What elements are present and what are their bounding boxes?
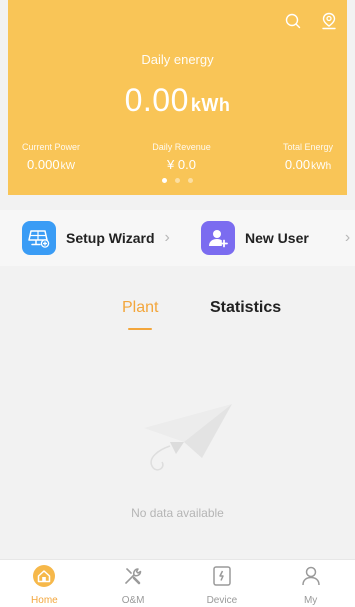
paper-plane-icon — [140, 400, 236, 485]
stat-current-power: Current Power 0.000kW — [22, 142, 80, 172]
stat-label: Total Energy — [282, 142, 333, 152]
stat-number: 0.00 — [284, 157, 311, 172]
setup-wizard-button[interactable]: Setup Wizard › — [22, 221, 170, 255]
tab-plant[interactable]: Plant — [122, 299, 158, 317]
chevron-right-icon: › — [164, 229, 170, 246]
stat-number: ¥ 0.0 — [167, 157, 196, 172]
tabbar-item-home[interactable]: Home — [9, 564, 79, 606]
stat-label: Daily Revenue — [152, 142, 211, 152]
daily-energy-number: 0.00 — [124, 82, 189, 118]
search-icon[interactable] — [285, 13, 301, 34]
location-user-icon[interactable] — [321, 12, 337, 35]
energy-summary-card[interactable]: Daily energy 0.00 kWh Current Power 0.000… — [8, 0, 347, 195]
content-tabs: Plant Statistics — [0, 295, 355, 335]
pager-dot-active[interactable] — [162, 178, 167, 183]
tabbar-label: Home — [31, 595, 58, 606]
tabbar-label: My — [303, 595, 318, 606]
tabbar-item-om[interactable]: O&M — [98, 564, 168, 606]
setup-wizard-label: Setup Wizard — [66, 230, 155, 246]
tabbar-label: O&M — [121, 595, 145, 606]
home-icon — [32, 564, 56, 593]
active-tab-indicator — [128, 328, 152, 330]
new-user-label: New User — [245, 230, 309, 246]
stat-value: 0.000kW — [22, 157, 80, 172]
person-icon — [299, 564, 323, 593]
stat-value: ¥ 0.0 — [152, 157, 211, 172]
solar-panel-add-icon — [22, 221, 56, 255]
tools-icon — [121, 564, 145, 593]
carousel-pager[interactable] — [8, 178, 347, 183]
tabbar-label: Device — [206, 595, 238, 606]
stat-value: 0.00kWh — [283, 157, 333, 172]
stat-number: 0.000 — [27, 157, 60, 172]
stat-unit: kW — [60, 161, 76, 172]
stat-total-energy: Total Energy 0.00kWh — [283, 142, 333, 172]
app-root: Daily energy 0.00 kWh Current Power 0.000… — [0, 0, 355, 607]
bottom-tab-bar: Home O&M Device My — [0, 559, 355, 607]
user-add-icon — [201, 221, 235, 255]
stat-label: Current Power — [22, 142, 81, 152]
new-user-button[interactable]: New User › — [201, 221, 350, 255]
quick-actions: Setup Wizard › New User › — [0, 210, 355, 266]
pager-dot[interactable] — [188, 178, 193, 183]
tabbar-item-my[interactable]: My — [276, 564, 346, 606]
energy-stats: Current Power 0.000kW Daily Revenue ¥ 0.… — [8, 142, 347, 172]
chevron-right-icon: › — [344, 229, 351, 246]
device-icon — [210, 564, 234, 593]
header-icons — [285, 12, 337, 35]
tab-statistics[interactable]: Statistics — [210, 299, 281, 317]
tabbar-item-device[interactable]: Device — [187, 564, 257, 606]
stat-unit: kWh — [311, 161, 332, 172]
pager-dot[interactable] — [175, 178, 180, 183]
daily-energy-title: Daily energy — [141, 52, 214, 67]
stat-daily-revenue: Daily Revenue ¥ 0.0 — [152, 142, 211, 172]
daily-energy-unit: kWh — [190, 95, 231, 115]
empty-state-text: No data available — [131, 506, 224, 520]
daily-energy-value: 0.00 kWh — [8, 82, 347, 119]
